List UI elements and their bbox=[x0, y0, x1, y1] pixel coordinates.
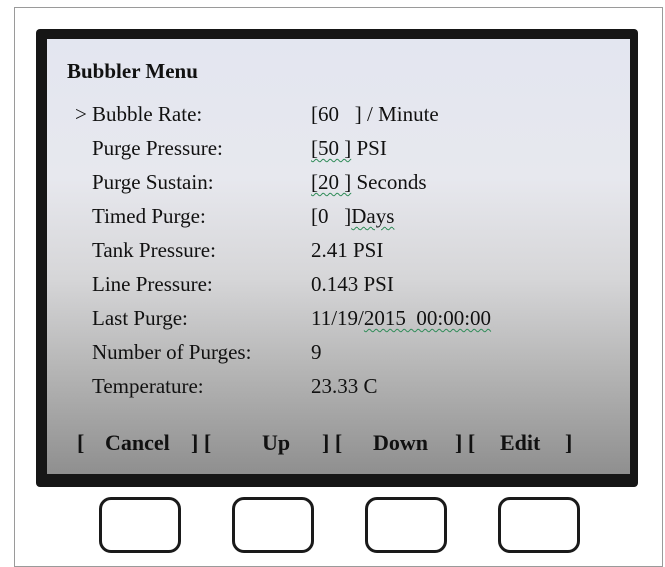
row-label: Purge Sustain: bbox=[92, 170, 214, 194]
row-value: 11/19/2015 00:00:00 bbox=[311, 306, 491, 331]
value-datetime: 2015 00:00:00 bbox=[363, 306, 492, 330]
softkey-labels: [ Cancel ] [ Up ] [ Down ] [ Edit ] bbox=[47, 430, 630, 462]
row-value: 23.33 C bbox=[311, 374, 378, 398]
row-value: [60 ] / Minute bbox=[311, 102, 439, 126]
softkey-4-button[interactable] bbox=[498, 497, 580, 553]
row-label: Last Purge: bbox=[92, 306, 188, 330]
softkey-2-button[interactable] bbox=[232, 497, 314, 553]
menu-title: Bubbler Menu bbox=[67, 59, 198, 83]
menu-row-purge-sustain[interactable]: Purge Sustain: [20 ] Seconds bbox=[47, 170, 630, 200]
softkey-bracket: ] bbox=[565, 430, 573, 455]
softkey-bracket: ] [ bbox=[455, 430, 476, 455]
softkey-3-button[interactable] bbox=[365, 497, 447, 553]
softkey-label-cancel[interactable]: Cancel bbox=[105, 430, 170, 456]
softkey-bracket: ] [ bbox=[322, 430, 343, 455]
row-value: 0.143 PSI bbox=[311, 272, 394, 296]
lcd-screen: Bubbler Menu > Bubble Rate: [60 ] / Minu… bbox=[47, 39, 630, 474]
row-value: 2.41 PSI bbox=[311, 238, 384, 262]
softkey-bracket: ] [ bbox=[191, 430, 212, 455]
menu-row-bubble-rate[interactable]: > Bubble Rate: [60 ] / Minute bbox=[47, 102, 630, 132]
value-field: [0 ] bbox=[311, 204, 352, 228]
menu-row-temperature: Temperature: 23.33 C bbox=[47, 374, 630, 404]
menu-row-tank-pressure: Tank Pressure: 2.41 PSI bbox=[47, 238, 630, 268]
menu-row-number-of-purges: Number of Purges: 9 bbox=[47, 340, 630, 370]
row-label: Temperature: bbox=[92, 374, 204, 398]
row-label: Bubble Rate: bbox=[92, 102, 203, 126]
row-label: Purge Pressure: bbox=[92, 136, 223, 160]
value-unit: PSI bbox=[351, 136, 387, 160]
row-label: Number of Purges: bbox=[92, 340, 252, 364]
row-value: [20 ] Seconds bbox=[311, 170, 427, 195]
softkey-label-down[interactable]: Down bbox=[373, 430, 428, 456]
softkey-label-up[interactable]: Up bbox=[262, 430, 290, 456]
selection-cursor: > bbox=[75, 102, 87, 126]
menu-row-timed-purge[interactable]: Timed Purge: [0 ]Days bbox=[47, 204, 630, 234]
softkey-bracket: [ bbox=[77, 430, 85, 455]
value-date: 11/19/ bbox=[311, 306, 364, 330]
value-unit: Seconds bbox=[351, 170, 427, 194]
menu-row-line-pressure: Line Pressure: 0.143 PSI bbox=[47, 272, 630, 302]
menu-row-last-purge: Last Purge: 11/19/2015 00:00:00 bbox=[47, 306, 630, 336]
row-label: Tank Pressure: bbox=[92, 238, 216, 262]
row-label: Line Pressure: bbox=[92, 272, 213, 296]
softkey-1-button[interactable] bbox=[99, 497, 181, 553]
softkey-label-edit[interactable]: Edit bbox=[500, 430, 540, 456]
value-field: [20 ] bbox=[311, 170, 352, 194]
row-value: [50 ] PSI bbox=[311, 136, 387, 161]
value-unit: Days bbox=[351, 204, 395, 228]
row-value: 9 bbox=[311, 340, 322, 364]
row-label: Timed Purge: bbox=[92, 204, 206, 228]
menu-row-purge-pressure[interactable]: Purge Pressure: [50 ] PSI bbox=[47, 136, 630, 166]
value-field: [50 ] bbox=[311, 136, 352, 160]
row-value: [0 ]Days bbox=[311, 204, 394, 229]
